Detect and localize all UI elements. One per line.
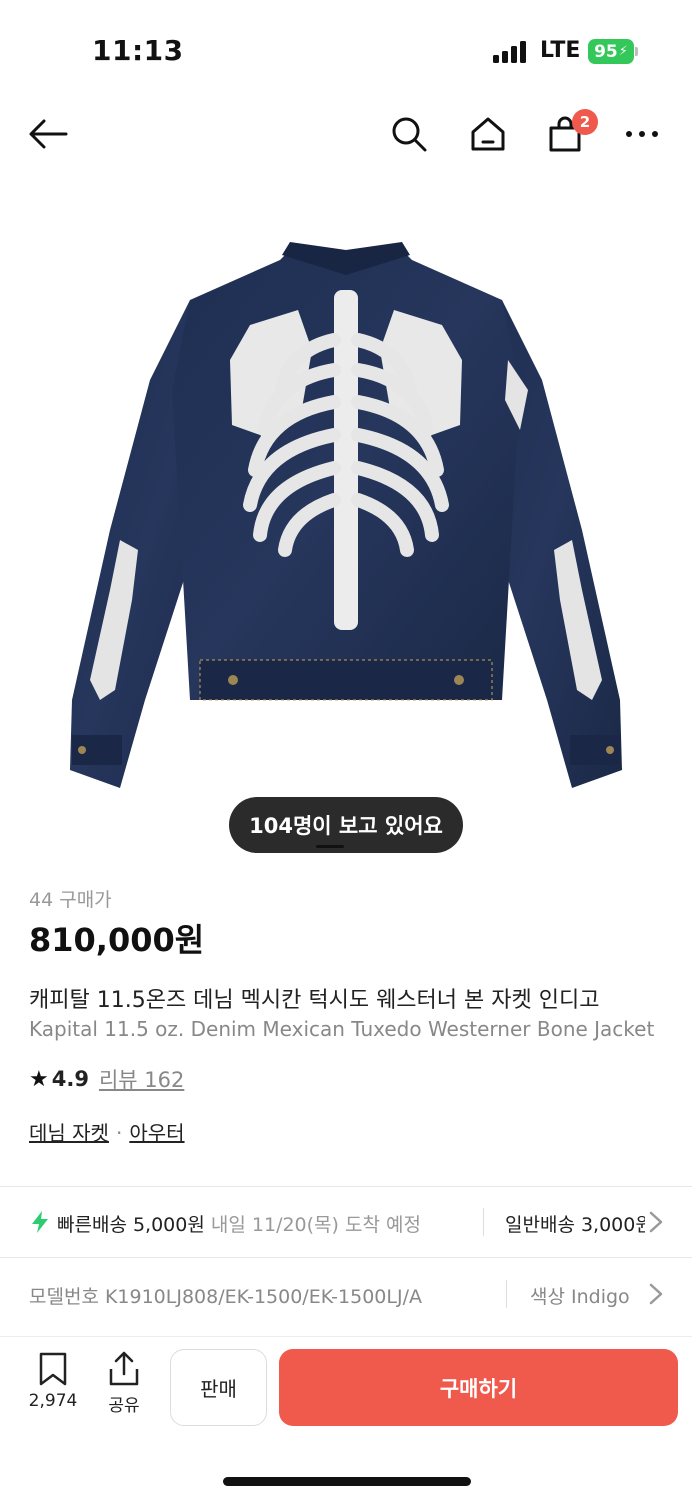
product-image[interactable] <box>50 230 642 800</box>
purchase-count: 44 구매가 <box>29 889 112 911</box>
rating-row: ★ 4.9 리뷰 162 <box>29 1064 184 1094</box>
model-details-row[interactable]: 모델번호 K1910LJ808/EK-1500/EK-1500LJ/A 색상 I… <box>0 1260 692 1328</box>
search-icon[interactable] <box>387 112 431 156</box>
bookmark-icon <box>39 1352 67 1386</box>
divider <box>0 1257 692 1258</box>
status-bar: 11:13 LTE 95 ⚡ <box>0 0 692 100</box>
bottom-action-bar: 2,974 공유 판매 구매하기 <box>0 1336 692 1500</box>
battery-level: 95 <box>594 41 618 62</box>
chevron-right-icon <box>649 1211 663 1233</box>
battery-icon: 95 ⚡ <box>588 39 634 64</box>
bookmark-count: 2,974 <box>28 1391 78 1411</box>
review-link[interactable]: 리뷰 162 <box>99 1064 184 1094</box>
color-value: 색상 Indigo <box>530 1286 630 1308</box>
fast-shipping-label: 빠른배송 5,000원 <box>57 1214 205 1236</box>
category-link-outer[interactable]: 아우터 <box>129 1121 184 1145</box>
share-icon <box>109 1351 139 1386</box>
divider <box>0 1186 692 1187</box>
fast-shipping: 빠른배송 5,000원 내일 11/20(목) 도착 예정 <box>57 1210 421 1237</box>
viewers-count-pill: 104명이 보고 있어요 <box>229 797 463 853</box>
buy-button[interactable]: 구매하기 <box>279 1349 678 1426</box>
product-price: 810,000원 <box>29 921 205 959</box>
share-label: 공유 <box>108 1396 140 1416</box>
image-page-indicator <box>316 845 344 848</box>
shipping-options-row[interactable]: 빠른배송 5,000원 내일 11/20(목) 도착 예정 일반배송 3,000… <box>0 1188 692 1256</box>
normal-shipping-label: 일반배송 3,000원 <box>505 1214 645 1236</box>
back-arrow-icon[interactable] <box>26 112 70 156</box>
more-icon[interactable] <box>620 112 664 156</box>
status-time: 11:13 <box>92 34 184 67</box>
model-number: 모델번호 K1910LJ808/EK-1500/EK-1500LJ/A <box>29 1286 422 1308</box>
network-type: LTE <box>540 38 581 63</box>
home-indicator <box>223 1477 471 1486</box>
product-title-korean: 캐피탈 11.5온즈 데님 멕시칸 턱시도 웨스터너 본 자켓 인디고 <box>29 988 600 1013</box>
sell-button[interactable]: 판매 <box>170 1349 267 1426</box>
bolt-icon <box>32 1211 48 1233</box>
home-icon[interactable] <box>466 112 510 156</box>
bookmark-button[interactable]: 2,974 <box>22 1351 84 1411</box>
chevron-right-icon <box>649 1283 663 1305</box>
category-breadcrumb: 데님 자켓 · 아우터 <box>29 1121 185 1145</box>
share-button[interactable]: 공유 <box>100 1351 148 1416</box>
rating-value: 4.9 <box>51 1067 89 1091</box>
fast-shipping-eta: 내일 11/20(목) 도착 예정 <box>210 1214 421 1236</box>
star-icon: ★ <box>29 1066 49 1092</box>
signal-icon <box>493 41 529 63</box>
product-title-english: Kapital 11.5 oz. Denim Mexican Tuxedo We… <box>29 1017 655 1041</box>
cart-badge: 2 <box>572 109 598 135</box>
category-link-denim-jacket[interactable]: 데님 자켓 <box>29 1121 109 1145</box>
